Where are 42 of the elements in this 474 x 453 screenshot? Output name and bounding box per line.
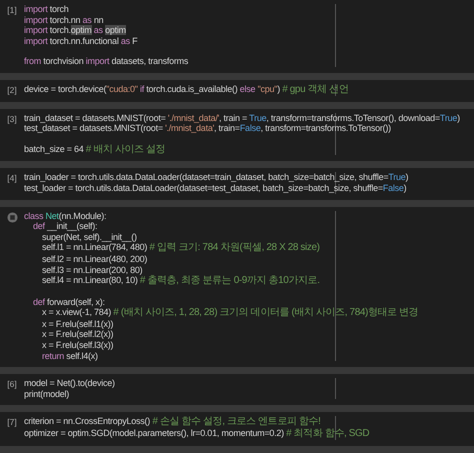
- execution-count: [3]: [7, 114, 17, 124]
- code-line: x = F.relu(self.l1(x)): [41, 318, 114, 330]
- code-line: def forward(self, x):: [32, 296, 105, 308]
- code-line: import torch.nn.functional as F: [24, 36, 138, 46]
- code-line: import torch.optim as optim: [24, 25, 126, 36]
- code-line: x = F.relu(self.l2(x)): [41, 329, 114, 340]
- code-line: self.l1 = nn.Linear(784, 480) # 입력 크기: 784 차원(픽셀, 28 X 28 size): [41, 242, 320, 254]
- code-line: x = x.view(-1, 784) # (배치 사이즈, 1, 28, 28) 크기의 데이터를 (배치 사이즈, 784)형태로 변경: [41, 307, 418, 319]
- code-cell[interactable]: [1] import torch import torch.nn as nn import torch.optim as optim import torch.nn.functional as F from torchvision import datasets, transforms: [0, 0, 474, 73]
- code-line: train_loader = torch.utils.data.DataLoader(dataset=train_dataset, batch_size=batch_size, shuffle=True): [24, 172, 408, 183]
- code-cell[interactable]: [0, 206, 474, 368]
- code-line: model = Net().to(device): [24, 378, 115, 389]
- code-line: test_loader = torch.utils.data.DataLoader(dataset=test_dataset, batch_size=batch_size, shuffle=False): [24, 182, 406, 194]
- code-line: device = torch.device("cuda:0" if torch.cuda.is_available() else "cpu") # gpu 객체 선언: [24, 84, 348, 96]
- code-line: self.l4 = nn.Linear(80, 10) # 출력층, 최종 분류는 0-9까지 총10가지로.: [41, 275, 320, 287]
- run-button-icon[interactable]: [6, 212, 18, 223]
- code-cell[interactable]: [7] criterion = nn.CrossEntropyLoss() # 손실 함수 설정, 크로스 엔트로피 함수! optimizer = optim.SGD(model.parameters(), lr=0.01, momentum=0.2) # 최적화 함수, SGD: [0, 412, 474, 446]
- code-line: from torchvision import datasets, transforms: [24, 56, 188, 67]
- code-line: self.l3 = nn.Linear(200, 80): [41, 264, 142, 276]
- code-line: super(Net, self).__init__(): [41, 232, 137, 242]
- code-line: class Net(nn.Module):: [24, 210, 106, 222]
- code-line: import torch.nn as nn: [24, 14, 104, 26]
- code-line: criterion = nn.CrossEntropyLoss() # 손실 함수 설정, 크로스 엔트로피 함수!: [24, 416, 321, 428]
- execution-count: [2]: [7, 84, 17, 95]
- code-line: def __init__(self):: [32, 221, 98, 232]
- execution-count: [1]: [7, 5, 17, 15]
- code-cell[interactable]: [0, 108, 474, 162]
- code-cell[interactable]: [0, 168, 474, 200]
- execution-count: [6]: [7, 379, 17, 390]
- code-line: x = F.relu(self.l3(x)): [41, 340, 114, 351]
- code-cell[interactable]: [2] device = torch.device("cuda:0" if torch.cuda.is_available() else "cpu") # gpu 객체 선언: [0, 80, 474, 102]
- code-line: optimizer = optim.SGD(model.parameters(), lr=0.01, momentum=0.2) # 최적화 함수, SGD: [24, 428, 370, 440]
- code-line: import torch: [24, 4, 69, 15]
- code-line: train_dataset = datasets.MNIST(root= './mnist_data/', train = True, transform=transforms.ToTensor(), download=True): [24, 112, 460, 124]
- code-line: test_dataset = datasets.MNIST(root= './mnist_data', train=False, transform=transforms.ToTensor()): [24, 123, 391, 134]
- execution-count: [4]: [7, 173, 17, 184]
- code-cell[interactable]: [6] model = Net().to(device) print(model): [0, 374, 474, 406]
- code-line: return self.l4(x): [41, 350, 98, 362]
- code-line: print(model): [24, 388, 70, 400]
- code-line: self.l2 = nn.Linear(480, 200): [41, 254, 148, 264]
- execution-count: [7]: [7, 417, 17, 428]
- code-line: batch_size = 64 # 배치 사이즈 설정: [24, 144, 166, 156]
